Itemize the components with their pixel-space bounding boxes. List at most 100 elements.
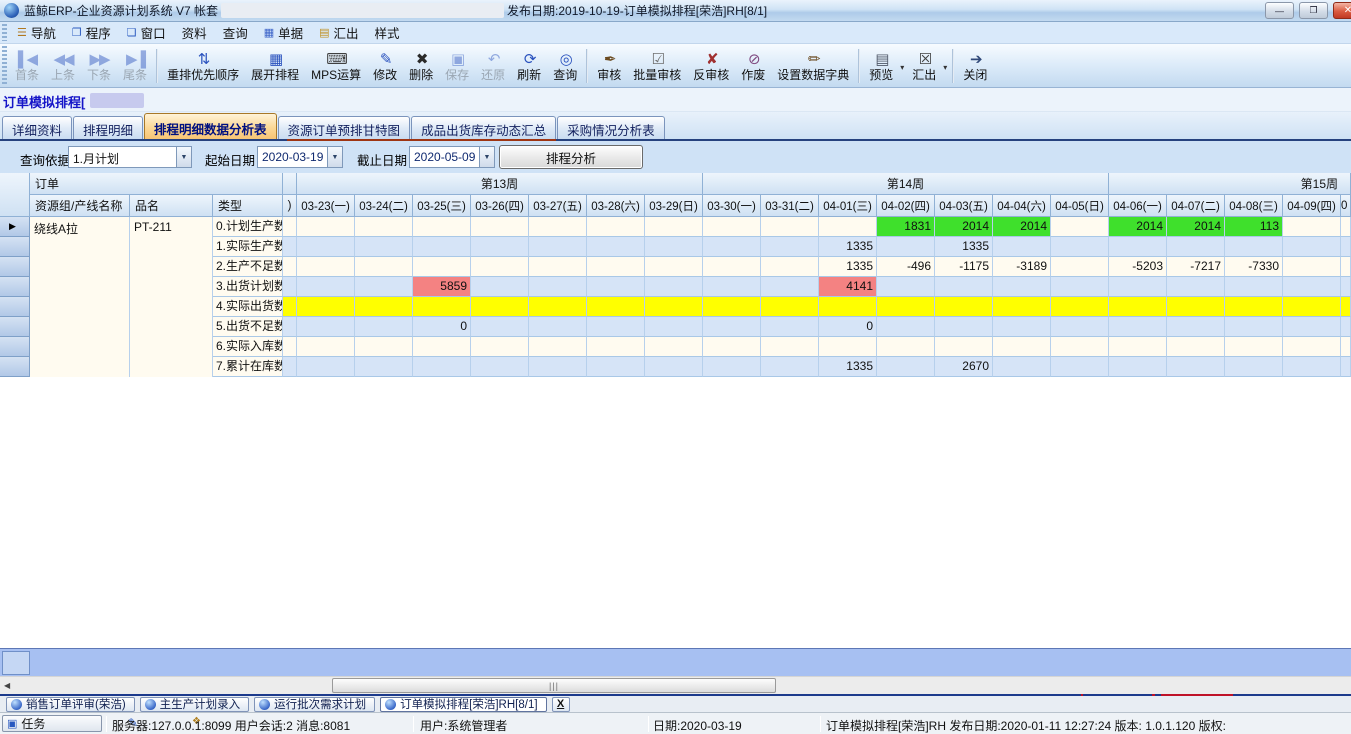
grid-cell[interactable] (1225, 317, 1283, 337)
grid-cell[interactable] (529, 317, 587, 337)
task-button[interactable]: ▣ 任务 (2, 715, 102, 732)
product-name-cell[interactable]: PT-211 (130, 217, 213, 377)
menu-item-style[interactable]: 样式 (367, 21, 408, 44)
grid-cell[interactable] (1225, 297, 1283, 317)
grid-cell[interactable] (1167, 297, 1225, 317)
date-column-header[interactable]: 03-25(三) (413, 195, 471, 217)
grid-cell[interactable]: 2014 (1167, 217, 1225, 237)
grid-cell[interactable] (761, 357, 819, 377)
grid-cell[interactable] (529, 297, 587, 317)
grid-cell[interactable] (645, 237, 703, 257)
grid-cell[interactable] (413, 297, 471, 317)
end-date-select[interactable]: 2020-05-09 ▼ (409, 146, 495, 168)
grid-cell[interactable] (1341, 297, 1351, 317)
grid-cell[interactable] (355, 357, 413, 377)
grid-cell[interactable] (1051, 357, 1109, 377)
scroll-left-icon[interactable]: ◀ (4, 681, 10, 690)
bottom-tab-master-plan-entry[interactable]: 主生产计划录入 (140, 697, 250, 712)
grid-cell[interactable] (761, 217, 819, 237)
grid-cell[interactable] (1109, 317, 1167, 337)
grid-cell[interactable] (703, 297, 761, 317)
row-selector[interactable] (0, 277, 30, 297)
row-selector[interactable] (0, 237, 30, 257)
grid-cell[interactable]: 0 (413, 317, 471, 337)
grid-cell[interactable] (1051, 317, 1109, 337)
chevron-down-icon[interactable]: ▼ (327, 147, 342, 167)
grid-cell[interactable] (1109, 277, 1167, 297)
grid-cell[interactable] (761, 297, 819, 317)
grid-cell[interactable] (877, 297, 935, 317)
delete-button[interactable]: ✖删除 (403, 45, 439, 86)
grid-cell[interactable] (703, 317, 761, 337)
grid-cell[interactable] (471, 317, 529, 337)
grid-cell[interactable]: 1335 (935, 237, 993, 257)
grid-cell[interactable] (645, 317, 703, 337)
grid-cell[interactable]: 1335 (819, 357, 877, 377)
grid-cell[interactable] (297, 257, 355, 277)
grid-cell[interactable]: 2014 (1109, 217, 1167, 237)
grid-cell[interactable] (1167, 277, 1225, 297)
grid-cell[interactable] (993, 317, 1051, 337)
grid-cell[interactable] (993, 277, 1051, 297)
date-column-header[interactable]: 04-09(四) (1283, 195, 1341, 217)
grid-cell[interactable] (355, 297, 413, 317)
grid-cell[interactable] (645, 257, 703, 277)
row-selector[interactable] (0, 337, 30, 357)
menu-item-window[interactable]: ❏窗口 (119, 21, 174, 44)
refresh-button[interactable]: ⟳刷新 (511, 45, 547, 86)
grid-cell[interactable] (355, 317, 413, 337)
grid-cell[interactable] (413, 217, 471, 237)
restore-button[interactable]: ❐ (1299, 2, 1328, 19)
grid-cell[interactable] (645, 297, 703, 317)
grid-cell[interactable] (587, 297, 645, 317)
grid-cell[interactable] (993, 357, 1051, 377)
grid-cell[interactable] (355, 257, 413, 277)
tab-schedule-detail[interactable]: 排程明细 (73, 116, 143, 139)
grid-cell[interactable] (587, 317, 645, 337)
grid-cell[interactable]: 1335 (819, 257, 877, 277)
grid-cell[interactable]: 113 (1225, 217, 1283, 237)
grid-cell[interactable] (935, 337, 993, 357)
grid-cell[interactable] (703, 357, 761, 377)
grid-cell[interactable] (471, 337, 529, 357)
menu-item-export[interactable]: ▤汇出 (311, 21, 366, 44)
grid-cell[interactable]: 1831 (877, 217, 935, 237)
date-column-header[interactable]: 03-30(一) (703, 195, 761, 217)
grid-cell[interactable] (645, 277, 703, 297)
grid-cell[interactable] (1167, 317, 1225, 337)
grid-cell[interactable] (529, 337, 587, 357)
grid-cell[interactable] (587, 357, 645, 377)
close-button[interactable]: ➔关闭 (957, 45, 993, 86)
grid-cell[interactable] (297, 237, 355, 257)
dropdown-caret-icon[interactable]: ▾ (943, 63, 947, 72)
tab-purchase-analysis[interactable]: 采购情况分析表 (557, 116, 665, 139)
tab-schedule-data-analysis[interactable]: 排程明细数据分析表 (144, 113, 277, 139)
grid-cell[interactable] (1167, 237, 1225, 257)
grid-cell[interactable] (587, 257, 645, 277)
grid-cell[interactable]: 4141 (819, 277, 877, 297)
menu-item-query[interactable]: 查询 (215, 21, 256, 44)
grid-cell[interactable] (1051, 257, 1109, 277)
grid-cell[interactable] (1109, 237, 1167, 257)
grid-cell[interactable] (993, 337, 1051, 357)
dropdown-caret-icon[interactable]: ▾ (900, 63, 904, 72)
grid-cell[interactable] (877, 357, 935, 377)
date-column-header[interactable]: 04-01(三) (819, 195, 877, 217)
tab-details[interactable]: 详细资料 (2, 116, 72, 139)
data-dict-button[interactable]: ✏设置数据字典 (771, 45, 855, 86)
grid-cell[interactable] (283, 297, 297, 317)
grid-cell[interactable] (283, 257, 297, 277)
date-column-header[interactable]: 04-08(三) (1225, 195, 1283, 217)
grid-cell[interactable] (761, 337, 819, 357)
grid-cell[interactable]: 0 (819, 317, 877, 337)
grid-cell[interactable] (471, 257, 529, 277)
grid-cell[interactable] (1283, 277, 1341, 297)
grid-cell[interactable] (471, 277, 529, 297)
grid-cell[interactable] (283, 237, 297, 257)
grid-cell[interactable] (297, 357, 355, 377)
grid-cell[interactable] (355, 277, 413, 297)
grid-cell[interactable] (1283, 257, 1341, 277)
grid-cell[interactable]: 2014 (993, 217, 1051, 237)
date-column-header[interactable]: 04-07(二) (1167, 195, 1225, 217)
date-column-header[interactable]: 03-24(二) (355, 195, 413, 217)
